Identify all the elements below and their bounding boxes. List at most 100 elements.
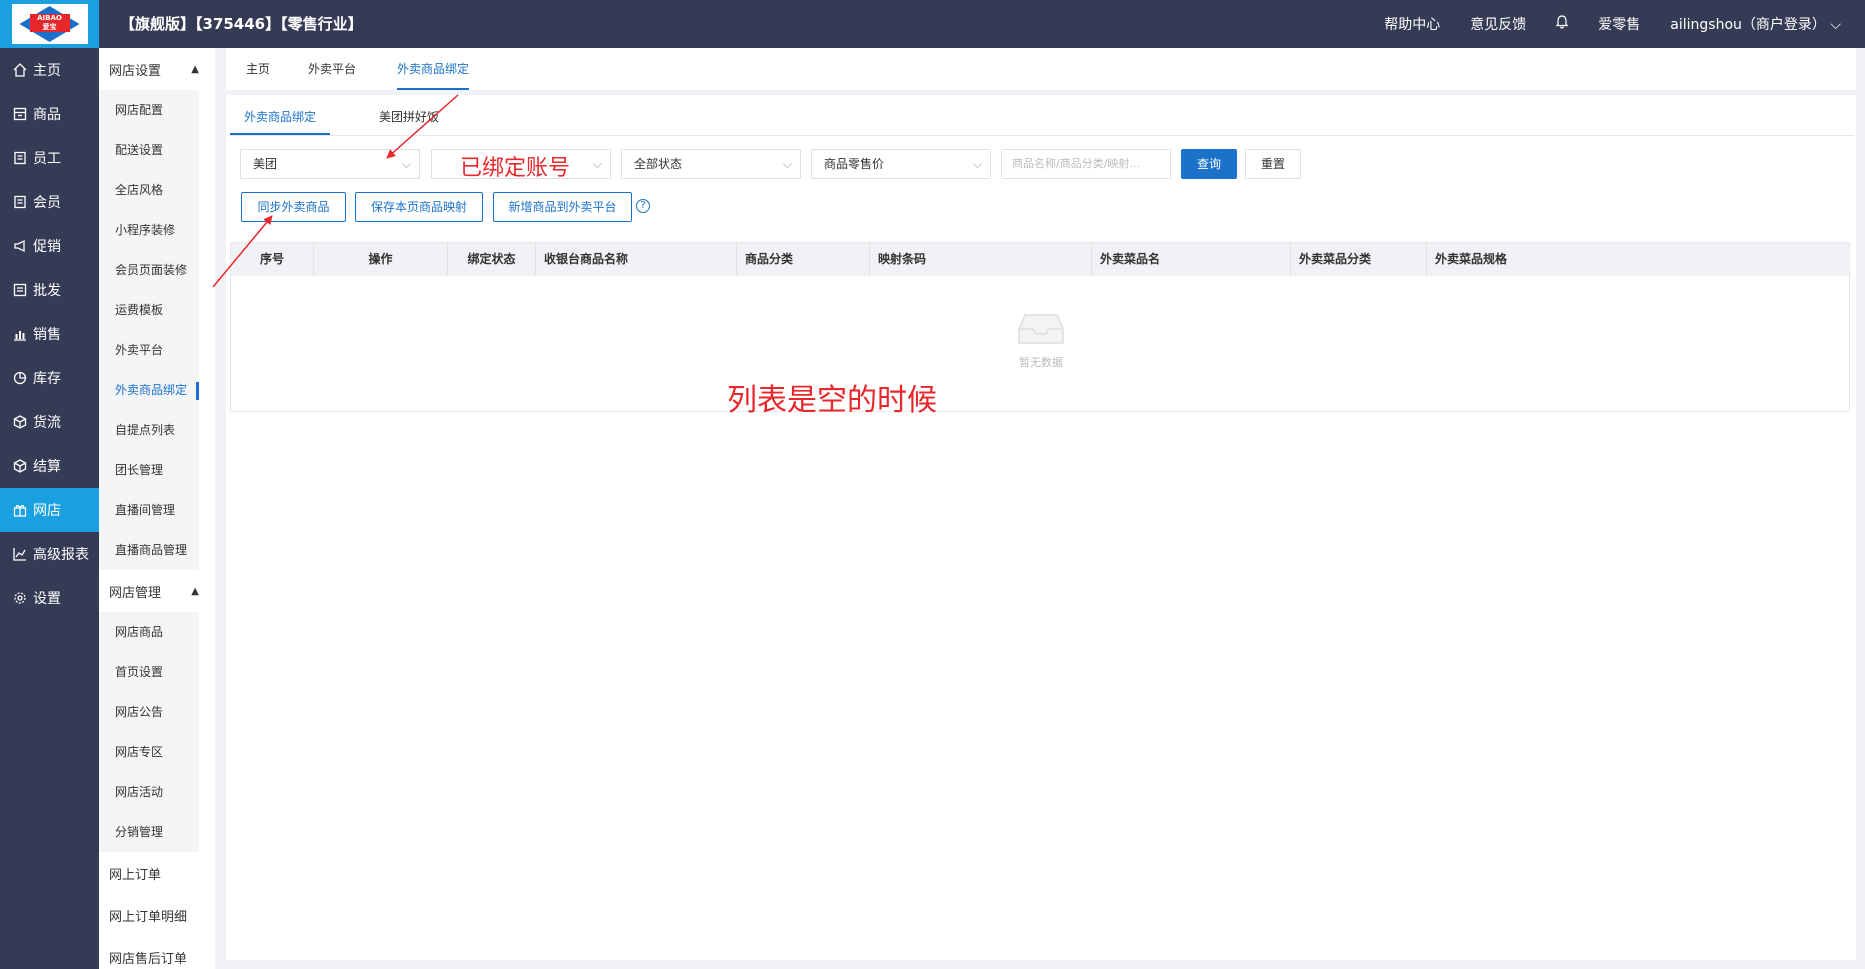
sub-item-group2_items-4[interactable]: 网店活动 xyxy=(99,772,199,812)
header-actions: 帮助中心 意见反馈 爱零售 ailingshou（商户登录） ⌵ xyxy=(1384,0,1841,48)
sub-item-group1_items-7[interactable]: 外卖商品绑定 xyxy=(99,370,199,410)
wholesale-icon xyxy=(13,283,27,297)
col-bind-status: 绑定状态 xyxy=(448,243,536,276)
user-menu[interactable]: ailingshou（商户登录） ⌵ xyxy=(1670,14,1841,34)
price-value: 商品零售价 xyxy=(824,157,885,171)
help-center-link[interactable]: 帮助中心 xyxy=(1384,14,1440,34)
chevron-down-icon: ⌵ xyxy=(782,157,792,171)
sub-item-group1_items-10[interactable]: 直播间管理 xyxy=(99,490,199,530)
table-header: 序号 操作 绑定状态 收银台商品名称 商品分类 映射条码 外卖菜品名 外卖菜品分… xyxy=(231,243,1849,276)
tab-takeout-platform[interactable]: 外卖平台 xyxy=(308,48,356,90)
gear-icon xyxy=(14,592,26,604)
pie-chart-icon xyxy=(13,371,27,385)
sidebar-item-1[interactable]: 商品 xyxy=(0,92,99,136)
col-takeout-dish-name: 外卖菜品名 xyxy=(1092,243,1291,276)
search-placeholder: 商品名称/商品分类/映射... xyxy=(1012,157,1140,170)
sub-item-group2_items-1[interactable]: 首页设置 xyxy=(99,652,199,692)
sub-item-group1_items-2[interactable]: 全店风格 xyxy=(99,170,199,210)
status-select[interactable]: 全部状态 ⌵ xyxy=(621,149,801,179)
user-name: ailingshou（商户登录） xyxy=(1670,17,1826,33)
help-icon[interactable]: ? xyxy=(636,199,650,213)
sub-link-order-0[interactable]: 网上订单 xyxy=(99,852,215,894)
order-links: 网上订单 网上订单明细 网店售后订单 xyxy=(99,852,215,969)
price-select[interactable]: 商品零售价 ⌵ xyxy=(811,149,991,179)
group-store-settings-label: 网店设置 xyxy=(109,63,162,79)
sidebar-item-10[interactable]: 网店 xyxy=(0,488,99,532)
sidebar-item-5[interactable]: 批发 xyxy=(0,268,99,312)
brand-link[interactable]: 爱零售 xyxy=(1598,14,1640,34)
group-store-management[interactable]: 网店管理 ▲ xyxy=(99,570,215,612)
sidebar-item-4[interactable]: 促销 xyxy=(0,224,99,268)
sub-item-group2_items-5[interactable]: 分销管理 xyxy=(99,812,199,852)
sub-item-group2_items-0[interactable]: 网店商品 xyxy=(99,612,199,652)
sync-takeout-goods-button[interactable]: 同步外卖商品 xyxy=(241,192,346,222)
platform-value: 美团 xyxy=(253,157,278,171)
empty-inbox-icon xyxy=(1018,314,1064,344)
sidebar-item-9[interactable]: 结算 xyxy=(0,444,99,488)
sidebar-item-8[interactable]: 货流 xyxy=(0,400,99,444)
query-button[interactable]: 查询 xyxy=(1181,149,1237,179)
sub-item-group2_items-2[interactable]: 网店公告 xyxy=(99,692,199,732)
tab-home[interactable]: 主页 xyxy=(246,48,270,90)
logo-text-bottom: 爱宝 xyxy=(42,23,57,31)
sub-link-order-2[interactable]: 网店售后订单 xyxy=(99,936,215,969)
sidebar-item-7[interactable]: 库存 xyxy=(0,356,99,400)
feedback-link[interactable]: 意见反馈 xyxy=(1470,14,1526,34)
sidebar-item-label: 货流 xyxy=(33,415,61,431)
search-input[interactable]: 商品名称/商品分类/映射... xyxy=(1001,149,1171,179)
page-tabs: 主页 外卖平台 外卖商品绑定 xyxy=(226,48,1856,90)
sidebar-item-2[interactable]: 员工 xyxy=(0,136,99,180)
subtab-meituan-pinhaofan[interactable]: 美团拼好饭 xyxy=(379,103,439,135)
sidebar-item-12[interactable]: 设置 xyxy=(0,576,99,620)
staff-icon xyxy=(14,151,26,165)
sub-item-group1_items-11[interactable]: 直播商品管理 xyxy=(99,530,199,570)
chevron-up-icon: ▲ xyxy=(191,585,199,597)
store-settings-list: 网店配置 配送设置 全店风格 小程序装修 会员页面装修 运费模板 外卖平台 外卖商品绑定 自提点… xyxy=(99,90,199,570)
sidebar-item-label: 设置 xyxy=(33,591,61,607)
sidebar-item-6[interactable]: 销售 xyxy=(0,312,99,356)
sub-item-group1_items-1[interactable]: 配送设置 xyxy=(99,130,199,170)
content-panel: 外卖商品绑定 美团拼好饭 美团 ⌵ ⌵ 全部状态 ⌵ 商品零售价 ⌵ 商品名称/… xyxy=(226,95,1856,960)
sub-item-group1_items-0[interactable]: 网店配置 xyxy=(99,90,199,130)
binding-table: 序号 操作 绑定状态 收银台商品名称 商品分类 映射条码 外卖菜品名 外卖菜品分… xyxy=(230,242,1850,412)
platform-select[interactable]: 美团 ⌵ xyxy=(240,149,420,179)
annotation-bound-account: 已绑定账号 xyxy=(460,156,571,181)
logo-text-top: AIBAO xyxy=(37,14,62,22)
sidebar-item-label: 会员 xyxy=(33,195,61,211)
sub-item-group1_items-5[interactable]: 运费模板 xyxy=(99,290,199,330)
sub-item-group1_items-8[interactable]: 自提点列表 xyxy=(99,410,199,450)
chevron-down-icon: ⌵ xyxy=(972,157,982,171)
sub-item-group1_items-3[interactable]: 小程序装修 xyxy=(99,210,199,250)
col-pos-goods-name: 收银台商品名称 xyxy=(536,243,737,276)
sub-item-group1_items-9[interactable]: 团长管理 xyxy=(99,450,199,490)
top-header: AIBAO 爱宝 【旗舰版】【375446】【零售行业】 帮助中心 意见反馈 爱… xyxy=(0,0,1865,48)
store-management-list: 网店商品 首页设置 网店公告 网店专区 网店活动 分销管理 xyxy=(99,612,199,852)
logo[interactable]: AIBAO 爱宝 xyxy=(0,0,99,48)
col-index: 序号 xyxy=(231,243,314,276)
sub-item-group2_items-3[interactable]: 网店专区 xyxy=(99,732,199,772)
add-goods-to-platform-button[interactable]: 新增商品到外卖平台 xyxy=(493,192,632,222)
sidebar-item-0[interactable]: 主页 xyxy=(0,48,99,92)
chevron-down-icon: ⌵ xyxy=(401,157,411,171)
sub-link-order-1[interactable]: 网上订单明细 xyxy=(99,894,215,936)
group-store-settings[interactable]: 网店设置 ▲ xyxy=(99,48,215,90)
bell-icon[interactable] xyxy=(1556,15,1569,33)
sidebar-item-label: 主页 xyxy=(33,63,61,79)
col-goods-category: 商品分类 xyxy=(737,243,870,276)
tab-takeout-binding[interactable]: 外卖商品绑定 xyxy=(397,48,470,90)
sidebar-item-11[interactable]: 高级报表 xyxy=(0,532,99,576)
sidebar-item-label: 网店 xyxy=(33,503,61,519)
megaphone-icon xyxy=(14,239,25,253)
sub-item-group1_items-6[interactable]: 外卖平台 xyxy=(99,330,199,370)
subtab-takeout-binding[interactable]: 外卖商品绑定 xyxy=(230,103,331,135)
save-page-mapping-button[interactable]: 保存本页商品映射 xyxy=(355,192,483,222)
col-takeout-dish-category: 外卖菜品分类 xyxy=(1291,243,1427,276)
sidebar-item-label: 销售 xyxy=(33,327,61,343)
sidebar-item-label: 结算 xyxy=(33,459,61,475)
sub-item-group1_items-4[interactable]: 会员页面装修 xyxy=(99,250,199,290)
logo-box: AIBAO 爱宝 xyxy=(11,4,88,44)
sidebar-item-label: 商品 xyxy=(33,107,61,123)
sidebar-item-3[interactable]: 会员 xyxy=(0,180,99,224)
reset-button[interactable]: 重置 xyxy=(1245,149,1301,179)
chevron-down-icon: ⌵ xyxy=(592,157,602,171)
